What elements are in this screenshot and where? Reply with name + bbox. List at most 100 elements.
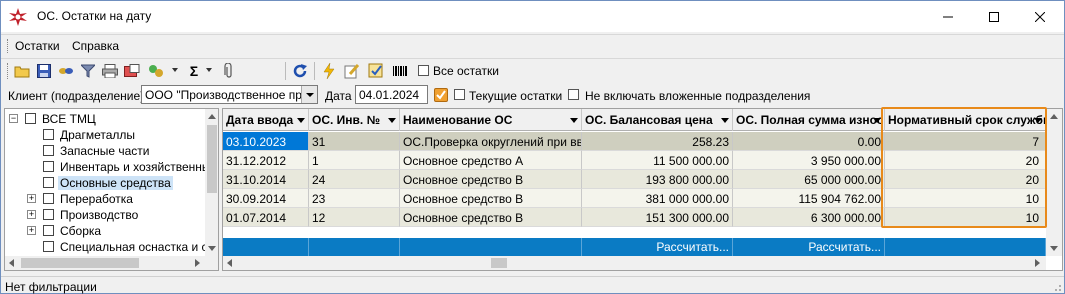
calculate-balance-button[interactable]: Рассчитать... (582, 238, 733, 256)
table-cell[interactable]: 6 300 000.00 (733, 208, 885, 227)
current-balances-checkbox[interactable] (454, 89, 465, 100)
table-cell[interactable]: 7 (885, 132, 1046, 151)
calculate-depreciation-button[interactable]: Рассчитать... (733, 238, 885, 256)
tree-checkbox[interactable] (25, 113, 36, 124)
column-header-depreciation[interactable]: ОС. Полная сумма износ (733, 109, 885, 131)
minimize-button[interactable] (925, 1, 971, 32)
sort-dropdown-icon[interactable] (721, 118, 729, 123)
tree-checkbox[interactable] (43, 161, 54, 172)
date-input[interactable]: 04.01.2024 (355, 85, 428, 104)
table-cell[interactable]: Основное средство В (400, 189, 582, 208)
sort-dropdown-icon[interactable] (1034, 118, 1042, 123)
chart-icon[interactable] (147, 62, 165, 80)
table-cell[interactable]: 20 (885, 151, 1046, 170)
sort-dropdown-icon[interactable] (297, 118, 305, 123)
sum-icon[interactable]: Σ (185, 62, 203, 80)
column-header-date[interactable]: Дата ввода (223, 109, 309, 131)
sort-dropdown-icon[interactable] (388, 118, 396, 123)
table-cell[interactable]: 193 800 000.00 (582, 170, 733, 189)
table-row[interactable]: 01.07.2014 12 Основное средство В 151 300 0… (223, 208, 1046, 227)
table-cell[interactable]: 31 (309, 132, 400, 151)
open-folder-icon[interactable] (13, 62, 31, 80)
barcode-icon[interactable] (391, 62, 409, 80)
column-header-inv-no[interactable]: ОС. Инв. № (309, 109, 400, 131)
expand-icon[interactable]: + (27, 194, 36, 203)
table-cell[interactable]: 10 (885, 189, 1046, 208)
table-cell[interactable]: ОС.Проверка округлений при вводе (400, 132, 582, 151)
client-select[interactable]: ООО "Производственное предп (141, 85, 318, 104)
edit-icon[interactable] (343, 62, 361, 80)
refresh-icon[interactable] (291, 62, 309, 80)
scroll-right-icon[interactable] (1035, 259, 1040, 267)
client-select-button[interactable] (301, 86, 317, 103)
table-row[interactable]: 31.10.2014 24 Основное средство В 193 800 0… (223, 170, 1046, 189)
expand-icon[interactable]: + (27, 226, 36, 235)
chart-dropdown-arrow[interactable] (172, 68, 178, 72)
column-header-service-life[interactable]: Нормативный срок службы (885, 109, 1046, 131)
tree-vertical-scrollbar[interactable] (205, 109, 218, 256)
table-row[interactable]: 03.10.2023 31 ОС.Проверка округлений при в… (223, 132, 1046, 151)
scroll-left-icon[interactable] (9, 259, 14, 267)
table-cell[interactable]: 10 (885, 208, 1046, 227)
table-cell[interactable]: 258.23 (582, 132, 733, 151)
table-cell[interactable]: 30.09.2014 (223, 189, 309, 208)
table-cell[interactable]: Основное средство В (400, 208, 582, 227)
table-cell[interactable]: 11 500 000.00 (582, 151, 733, 170)
check-edit-icon[interactable] (367, 62, 385, 80)
tree-hscroll-thumb[interactable] (21, 258, 139, 268)
table-cell[interactable]: 3 950 000.00 (733, 151, 885, 170)
table-cell[interactable]: 12 (309, 208, 400, 227)
tree-checkbox[interactable] (43, 129, 54, 140)
table-cell[interactable]: 31.12.2012 (223, 151, 309, 170)
export-icon[interactable] (123, 62, 141, 80)
menu-balances[interactable]: Остатки (15, 39, 60, 53)
tree-horizontal-scrollbar[interactable] (5, 256, 205, 270)
tree-scroll-thumb[interactable] (207, 125, 217, 193)
maximize-button[interactable] (971, 1, 1017, 32)
table-cell[interactable]: Основное средство В (400, 170, 582, 189)
column-header-balance-price[interactable]: ОС. Балансовая цена (582, 109, 733, 131)
tree-checkbox[interactable] (43, 209, 54, 220)
sum-dropdown-arrow[interactable] (206, 68, 212, 72)
scroll-left-icon[interactable] (227, 259, 232, 267)
table-cell[interactable]: 381 000 000.00 (582, 189, 733, 208)
table-cell[interactable]: 23 (309, 189, 400, 208)
collapse-icon[interactable]: − (9, 114, 18, 123)
close-button[interactable] (1017, 1, 1063, 32)
column-header-name[interactable]: Наименование ОС (400, 109, 582, 131)
sort-dropdown-icon[interactable] (873, 118, 881, 123)
all-balances-checkbox[interactable] (418, 65, 429, 76)
table-row[interactable]: 31.12.2012 1 Основное средство А 11 500 000… (223, 151, 1046, 170)
resize-grip-icon[interactable] (1052, 282, 1062, 292)
table-cell[interactable]: 01.07.2014 (223, 208, 309, 227)
scroll-up-icon[interactable] (1050, 114, 1058, 119)
tree-checkbox[interactable] (43, 241, 54, 252)
table-cell[interactable]: 1 (309, 151, 400, 170)
attach-icon[interactable] (220, 62, 238, 80)
grid-horizontal-scrollbar[interactable] (223, 256, 1046, 270)
scroll-down-icon[interactable] (1050, 246, 1058, 251)
calendar-check-icon[interactable] (434, 88, 448, 102)
table-cell[interactable]: 65 000 000.00 (733, 170, 885, 189)
table-cell[interactable]: 151 300 000.00 (582, 208, 733, 227)
table-cell[interactable]: Основное средство А (400, 151, 582, 170)
grid-vertical-scrollbar[interactable] (1046, 109, 1062, 256)
tree-checkbox[interactable] (43, 225, 54, 236)
lightning-icon[interactable] (320, 62, 338, 80)
exclude-nested-checkbox[interactable] (568, 89, 579, 100)
grid-hscroll-thumb[interactable] (491, 258, 507, 268)
tree-checkbox[interactable] (43, 177, 54, 188)
table-cell[interactable]: 0.00 (733, 132, 885, 151)
table-cell[interactable]: 115 904 762.00 (733, 189, 885, 208)
scroll-right-icon[interactable] (195, 259, 200, 267)
table-cell[interactable]: 03.10.2023 (223, 132, 309, 151)
table-row[interactable]: 30.09.2014 23 Основное средство В 381 000 0… (223, 189, 1046, 208)
sort-dropdown-icon[interactable] (570, 118, 578, 123)
table-cell[interactable]: 24 (309, 170, 400, 189)
tree-checkbox[interactable] (43, 193, 54, 204)
table-cell[interactable]: 20 (885, 170, 1046, 189)
menu-help[interactable]: Справка (72, 39, 119, 53)
table-cell[interactable]: 31.10.2014 (223, 170, 309, 189)
scroll-down-icon[interactable] (208, 246, 216, 251)
filter-icon[interactable] (79, 62, 97, 80)
